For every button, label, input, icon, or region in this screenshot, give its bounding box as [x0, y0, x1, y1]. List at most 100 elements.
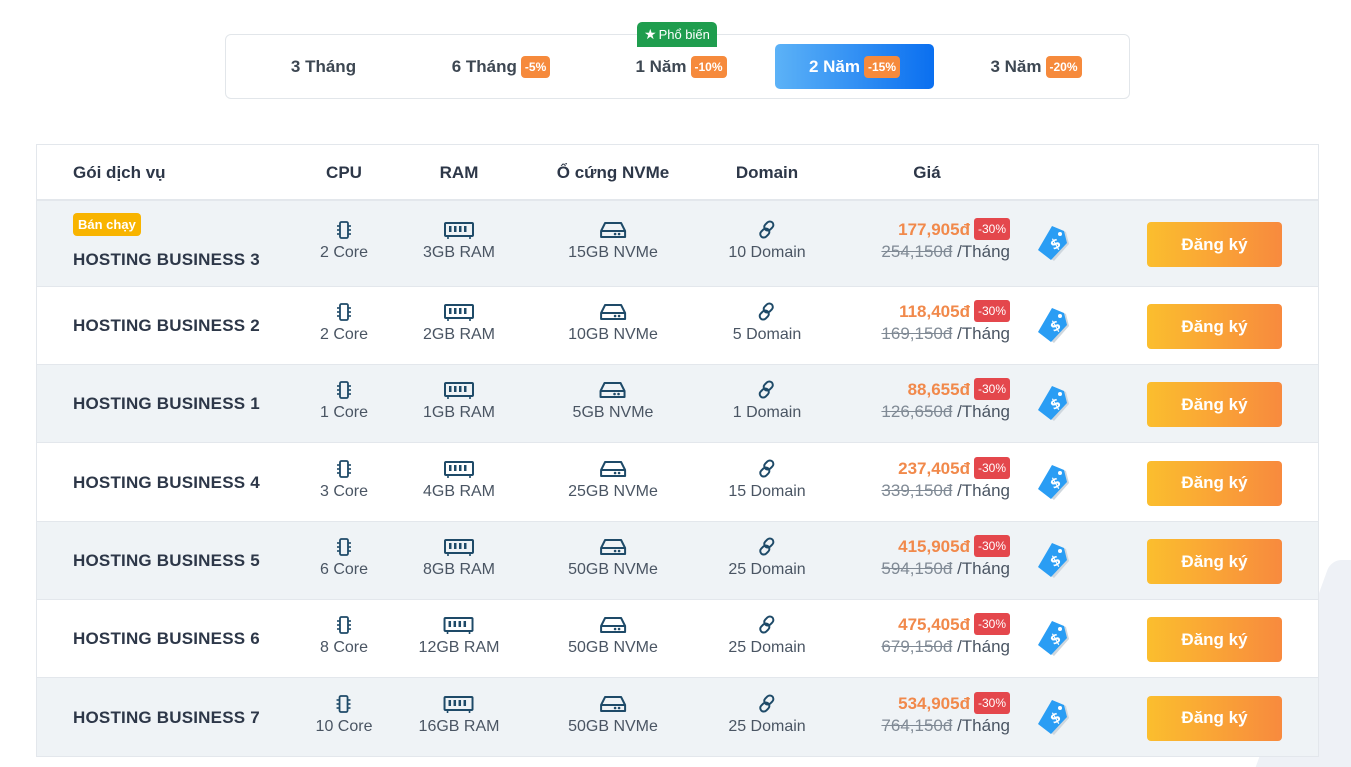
domain-value: 5 Domain [732, 326, 802, 343]
domain-value: 15 Domain [728, 482, 806, 500]
link-icon [758, 220, 775, 239]
cpu-value: 1 Core [319, 404, 369, 421]
ram-value: 4GB RAM [422, 482, 496, 500]
price-cell: 534,905đ -30% 764,150đ /Tháng [881, 691, 1010, 736]
disk-cell: 50GB NVMe [568, 537, 658, 579]
signup-button[interactable]: Đăng ký [1147, 382, 1282, 427]
signup-button[interactable]: Đăng ký [1147, 695, 1282, 741]
per-month-label: /Tháng [957, 559, 1010, 578]
pricing-table: Gói dịch vụ CPU RAM Ổ cứng NVMe Domain G… [36, 144, 1319, 757]
tab-discount-badge: -10% [690, 55, 727, 78]
table-row: HOSTING BUSINESS 5 6 Core 8GB RAM 50GB N… [37, 522, 1318, 600]
memory-stick-icon [443, 617, 474, 634]
disk-cell: 5GB NVMe [572, 380, 654, 422]
hard-drive-icon [600, 460, 626, 477]
price-tag-icon: $ [1038, 699, 1069, 735]
package-name: HOSTING BUSINESS 1 [73, 394, 260, 413]
memory-stick-icon [443, 382, 474, 399]
price-cell: 88,655đ -30% 126,650đ /Tháng [881, 378, 1010, 422]
tab-3-thang[interactable]: 3 Tháng [246, 44, 401, 89]
signup-button[interactable]: Đăng ký [1147, 617, 1282, 662]
signup-button[interactable]: Đăng ký [1147, 460, 1282, 506]
sale-percent-badge: -30% [973, 691, 1010, 714]
domain-cell: 25 Domain [728, 537, 806, 579]
memory-stick-icon [443, 695, 474, 713]
disk-value: 50GB NVMe [568, 561, 658, 578]
ram-value: 8GB RAM [422, 561, 496, 578]
tab-2-nam[interactable]: 2 Năm -15% [775, 44, 934, 89]
table-header: Gói dịch vụ CPU RAM Ổ cứng NVMe Domain G… [37, 145, 1318, 201]
price-tag-icon: $ [1038, 308, 1069, 343]
tab-6-thang[interactable]: 6 Tháng -5% [426, 44, 576, 89]
ram-cell: 1GB RAM [423, 380, 495, 422]
tab-label: 2 Năm [808, 56, 860, 76]
signup-button[interactable]: Đăng ký [1147, 539, 1282, 584]
cpu-cell: 1 Core [320, 380, 368, 422]
disk-value: 25GB NVMe [568, 482, 658, 500]
hard-drive-icon [600, 695, 626, 712]
package-name: HOSTING BUSINESS 7 [73, 707, 260, 727]
popular-badge: ★ Phổ biến [637, 22, 717, 47]
price-tag-icon: $ [1038, 464, 1069, 500]
header-domain: Domain [735, 163, 799, 182]
link-icon [758, 693, 775, 713]
ram-cell: 4GB RAM [423, 459, 495, 501]
disk-cell: 15GB NVMe [568, 220, 658, 262]
disk-value: 50GB NVMe [568, 639, 658, 656]
table-row: Bán chạy HOSTING BUSINESS 3 2 Core 3GB R… [37, 201, 1318, 287]
original-price: 594,150đ [881, 559, 953, 578]
ram-cell: 16GB RAM [418, 694, 500, 736]
hard-drive-icon [600, 222, 626, 238]
domain-value: 25 Domain [728, 717, 806, 735]
current-price: 237,405đ [898, 458, 970, 478]
signup-button[interactable]: Đăng ký [1147, 304, 1282, 349]
domain-value: 25 Domain [728, 561, 806, 578]
disk-cell: 10GB NVMe [568, 302, 658, 344]
domain-cell: 25 Domain [728, 693, 806, 736]
best-seller-badge: Bán chạy [73, 213, 141, 236]
signup-button[interactable]: Đăng ký [1147, 222, 1282, 267]
disk-value: 50GB NVMe [568, 717, 658, 735]
disk-value: 5GB NVMe [572, 404, 654, 421]
current-price: 415,905đ [898, 537, 970, 556]
current-price: 475,405đ [898, 615, 970, 634]
tab-label: 3 Năm [990, 56, 1042, 76]
ram-cell: 8GB RAM [423, 537, 495, 579]
domain-value: 1 Domain [732, 404, 802, 421]
cpu-cell: 10 Core [315, 694, 373, 736]
table-row: HOSTING BUSINESS 1 1 Core 1GB RAM 5GB NV… [37, 365, 1318, 443]
link-icon [758, 615, 775, 634]
price-tag-icon: $ [1038, 621, 1069, 656]
price-tag-icon: $ [1038, 386, 1069, 421]
price-cell: 118,405đ -30% 169,150đ /Tháng [881, 300, 1010, 344]
tab-3-nam[interactable]: 3 Năm -20% [961, 44, 1111, 89]
ram-value: 16GB RAM [418, 717, 500, 735]
original-price: 254,150đ [881, 242, 953, 261]
current-price: 177,905đ [898, 220, 970, 239]
cpu-chip-icon [336, 694, 351, 713]
original-price: 679,150đ [881, 637, 953, 656]
memory-stick-icon [443, 222, 474, 239]
domain-cell: 10 Domain [728, 220, 806, 262]
sale-percent-badge: -30% [973, 456, 1010, 479]
header-price: Giá [913, 163, 941, 182]
disk-value: 10GB NVMe [568, 326, 658, 343]
current-price: 118,405đ [899, 302, 970, 321]
sale-percent-badge: -30% [973, 300, 1010, 322]
tab-1-nam[interactable]: 1 Năm -10% [606, 44, 756, 89]
cpu-chip-icon [337, 381, 351, 399]
sale-percent-badge: -30% [973, 218, 1010, 240]
original-price: 339,150đ [881, 480, 953, 500]
domain-cell: 15 Domain [728, 458, 806, 501]
ram-value: 12GB RAM [418, 639, 500, 656]
current-price: 88,655đ [907, 380, 970, 399]
price-tag-icon: $ [1038, 226, 1069, 261]
cpu-value: 10 Core [315, 717, 373, 735]
per-month-label: /Tháng [957, 480, 1010, 500]
star-icon: ★ [644, 26, 657, 42]
link-icon [758, 458, 775, 478]
package-name: HOSTING BUSINESS 5 [73, 551, 260, 570]
cpu-cell: 2 Core [320, 302, 368, 344]
header-package: Gói dịch vụ [73, 163, 166, 182]
memory-stick-icon [443, 460, 474, 478]
